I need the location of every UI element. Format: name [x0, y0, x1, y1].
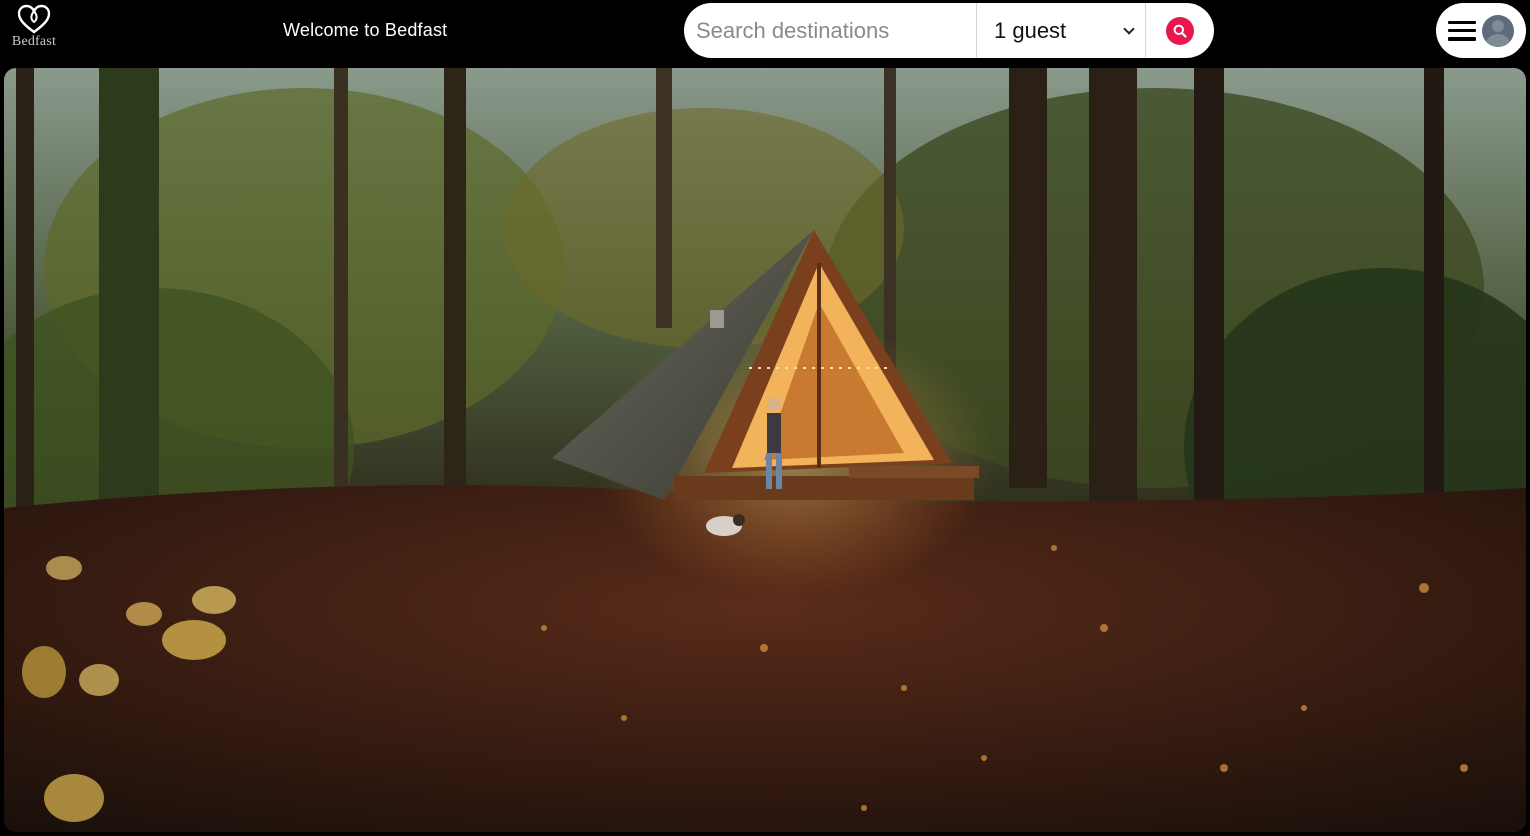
user-avatar-icon — [1482, 14, 1514, 47]
user-menu-button[interactable] — [1436, 3, 1526, 58]
heart-logo-icon — [17, 4, 51, 34]
hero-image — [4, 68, 1526, 832]
welcome-text: Welcome to Bedfast — [283, 20, 448, 40]
search-bar: 1 guest — [684, 3, 1214, 58]
guest-select-value: 1 guest — [994, 17, 1067, 43]
guest-select[interactable]: 1 guest — [977, 3, 1145, 58]
search-button[interactable] — [1166, 16, 1194, 45]
hamburger-icon — [1448, 18, 1476, 44]
hero-forest-cabin-image — [4, 68, 1526, 832]
search-input[interactable] — [684, 3, 976, 58]
search-button-wrap — [1146, 3, 1214, 58]
top-navbar: Bedfast Welcome to Bedfast 1 guest — [0, 0, 1530, 64]
chevron-down-icon — [1123, 23, 1135, 35]
search-icon — [1173, 24, 1187, 38]
brand-logo[interactable]: Bedfast — [6, 4, 62, 56]
brand-name: Bedfast — [11, 34, 57, 49]
